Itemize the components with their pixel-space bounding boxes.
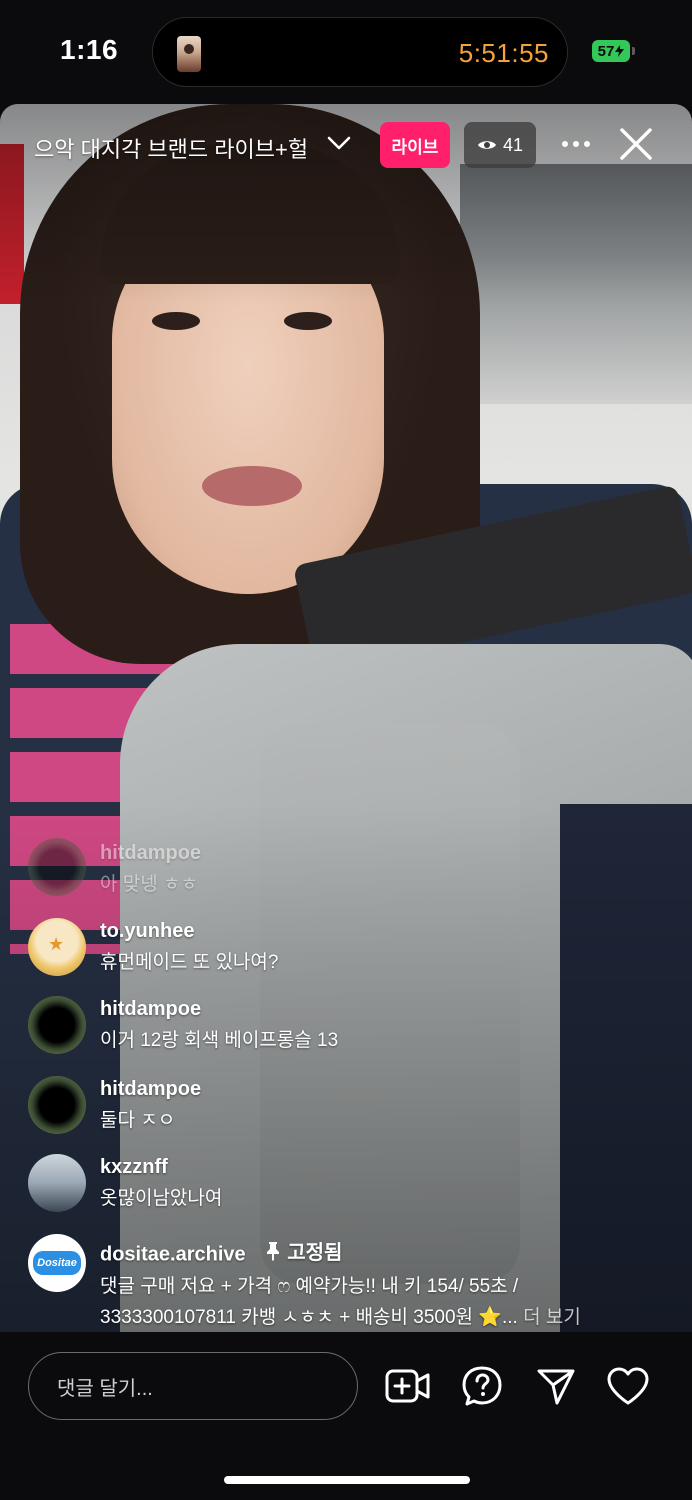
avatar[interactable] bbox=[28, 838, 86, 896]
comment-text: 이거 12랑 회색 베이프롱슬 13 bbox=[100, 1030, 339, 1051]
like-button[interactable] bbox=[604, 1362, 652, 1410]
live-top-bar: 으악 대지각 브랜드 라이브+헐 라이브 41 bbox=[0, 104, 692, 184]
comment-input[interactable]: 댓글 달기... bbox=[28, 1352, 358, 1420]
question-icon bbox=[462, 1366, 502, 1406]
pinned-text: 고정됨 bbox=[287, 1242, 343, 1264]
comment-username[interactable]: hitdampoe bbox=[100, 998, 338, 1021]
comment-text: 아 맞넹 ㅎㅎ bbox=[100, 874, 198, 895]
comment-username[interactable]: hitdampoe bbox=[100, 1078, 201, 1101]
comment-text: 휴먼메이드 또 있나여? bbox=[100, 952, 279, 973]
avatar[interactable] bbox=[28, 1076, 86, 1134]
lips bbox=[202, 466, 302, 506]
comment-username-row: dositae.archive 고정됨 bbox=[100, 1236, 581, 1267]
charging-icon bbox=[615, 45, 625, 57]
status-bar: 1:16 5:51:55 57 bbox=[0, 0, 692, 104]
chevron-down-icon[interactable] bbox=[324, 128, 354, 158]
comment-username[interactable]: to.yunhee bbox=[100, 920, 278, 943]
comment-text: 옷많이남았나여 bbox=[100, 1188, 223, 1209]
avatar[interactable] bbox=[28, 996, 86, 1054]
live-title[interactable]: 으악 대지각 브랜드 라이브+헐 bbox=[34, 132, 320, 164]
battery-indicator: 57 bbox=[592, 40, 635, 62]
heart-icon bbox=[607, 1367, 649, 1405]
dynamic-island[interactable]: 5:51:55 bbox=[152, 17, 568, 87]
comment-username[interactable]: kxzznff bbox=[100, 1156, 222, 1179]
brand-logo: Dositae bbox=[33, 1251, 81, 1275]
avatar[interactable] bbox=[28, 918, 86, 976]
avatar[interactable]: Dositae bbox=[28, 1234, 86, 1292]
comment-username[interactable]: dositae.archive bbox=[100, 1244, 246, 1266]
eye-icon bbox=[477, 141, 496, 149]
pin-icon bbox=[267, 1241, 280, 1261]
see-more-link[interactable]: 더 보기 bbox=[523, 1307, 581, 1328]
eye bbox=[284, 312, 332, 330]
viewer-count: 41 bbox=[502, 134, 524, 155]
add-video-icon bbox=[385, 1369, 430, 1403]
pinned-label: 고정됨 bbox=[265, 1236, 342, 1265]
viewer-count-button[interactable]: 41 bbox=[464, 122, 536, 168]
eye bbox=[152, 312, 200, 330]
question-button[interactable] bbox=[458, 1362, 506, 1410]
status-time: 1:16 bbox=[60, 34, 119, 65]
comment-text-line1: 댓글 구매 저요 + 가격 ෆ 예약가능!! 내 키 154/ 55초 / bbox=[100, 1275, 519, 1297]
live-activity-thumbnail bbox=[177, 36, 201, 72]
home-indicator[interactable] bbox=[224, 1476, 470, 1484]
more-button[interactable] bbox=[556, 124, 596, 164]
more-icon bbox=[562, 141, 590, 147]
live-video[interactable] bbox=[0, 104, 692, 1332]
comment-text-line2-body: 3333300107811 카뱅 ㅅㅎㅊ + 배송비 3500원 ⭐... bbox=[100, 1306, 518, 1328]
comment-text: 둘다 ㅈㅇ bbox=[100, 1110, 176, 1131]
share-button[interactable] bbox=[532, 1362, 580, 1410]
close-icon[interactable] bbox=[614, 122, 658, 166]
avatar[interactable] bbox=[28, 1154, 86, 1212]
add-video-button[interactable] bbox=[384, 1362, 432, 1410]
live-badge: 라이브 bbox=[380, 122, 450, 168]
comment-username[interactable]: hitdampoe bbox=[100, 842, 201, 865]
send-icon bbox=[537, 1369, 575, 1405]
comment-text-line2: 3333300107811 카뱅 ㅅㅎㅊ + 배송비 3500원 ⭐... 더 … bbox=[100, 1302, 581, 1329]
live-bottom-bar: 댓글 달기... bbox=[0, 1332, 692, 1500]
live-activity-timer: 5:51:55 bbox=[458, 38, 549, 68]
battery-level: 57 bbox=[597, 42, 615, 60]
